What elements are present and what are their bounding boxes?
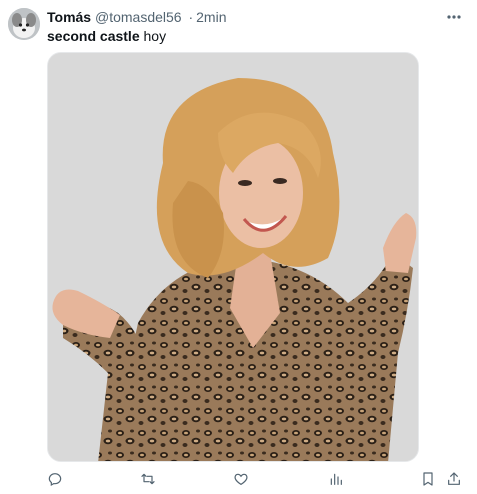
tweet-header: Tomás @tomasdel56 · 2min	[47, 9, 447, 26]
more-dots-icon	[447, 15, 461, 19]
share-icon	[448, 472, 460, 485]
timestamp[interactable]: 2min	[196, 9, 226, 25]
tweet-text-rest: hoy	[139, 28, 167, 44]
avatar[interactable]	[8, 8, 40, 40]
tweet-photo[interactable]	[47, 52, 419, 462]
reply-button[interactable]	[42, 468, 68, 490]
photo-illustration	[48, 53, 418, 461]
share-button[interactable]	[441, 468, 467, 490]
separator: ·	[188, 9, 194, 25]
author-name[interactable]: Tomás	[47, 9, 91, 25]
tweet: Tomás @tomasdel56 · 2min second castle ho…	[0, 0, 477, 494]
reply-icon	[48, 473, 62, 487]
retweet-icon	[141, 473, 155, 485]
retweet-button[interactable]	[135, 468, 161, 490]
bookmark-icon	[423, 472, 433, 486]
bookmark-button[interactable]	[415, 468, 441, 490]
views-icon	[330, 473, 342, 485]
like-button[interactable]	[228, 468, 254, 490]
author-handle[interactable]: @tomasdel56	[95, 9, 182, 25]
action-bar	[40, 468, 470, 490]
dog-avatar-icon	[8, 8, 40, 40]
tweet-text: second castle hoy	[47, 28, 166, 45]
more-button[interactable]	[443, 8, 465, 26]
heart-icon	[234, 473, 248, 486]
tweet-text-bold: second castle	[47, 28, 140, 44]
views-button[interactable]	[323, 468, 349, 490]
